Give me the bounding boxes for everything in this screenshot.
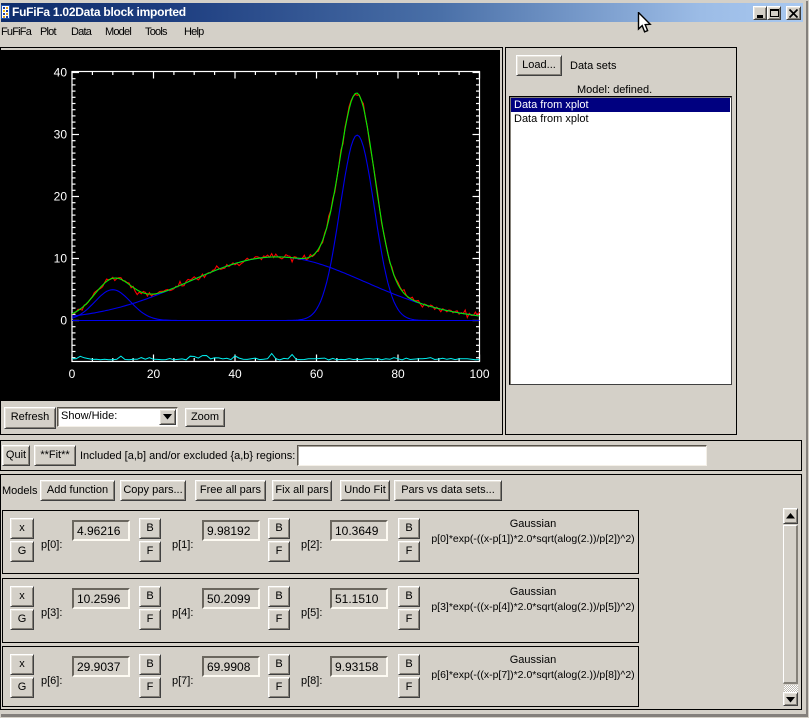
svg-text:10: 10 — [54, 252, 68, 266]
svg-text:40: 40 — [54, 66, 68, 80]
svg-text:40: 40 — [228, 367, 242, 381]
svg-text:100: 100 — [469, 367, 489, 381]
svg-text:30: 30 — [54, 128, 68, 142]
svg-text:60: 60 — [310, 367, 324, 381]
svg-text:0: 0 — [60, 314, 67, 328]
svg-text:20: 20 — [54, 190, 68, 204]
svg-text:0: 0 — [69, 367, 76, 381]
svg-text:80: 80 — [391, 367, 405, 381]
svg-text:20: 20 — [147, 367, 161, 381]
